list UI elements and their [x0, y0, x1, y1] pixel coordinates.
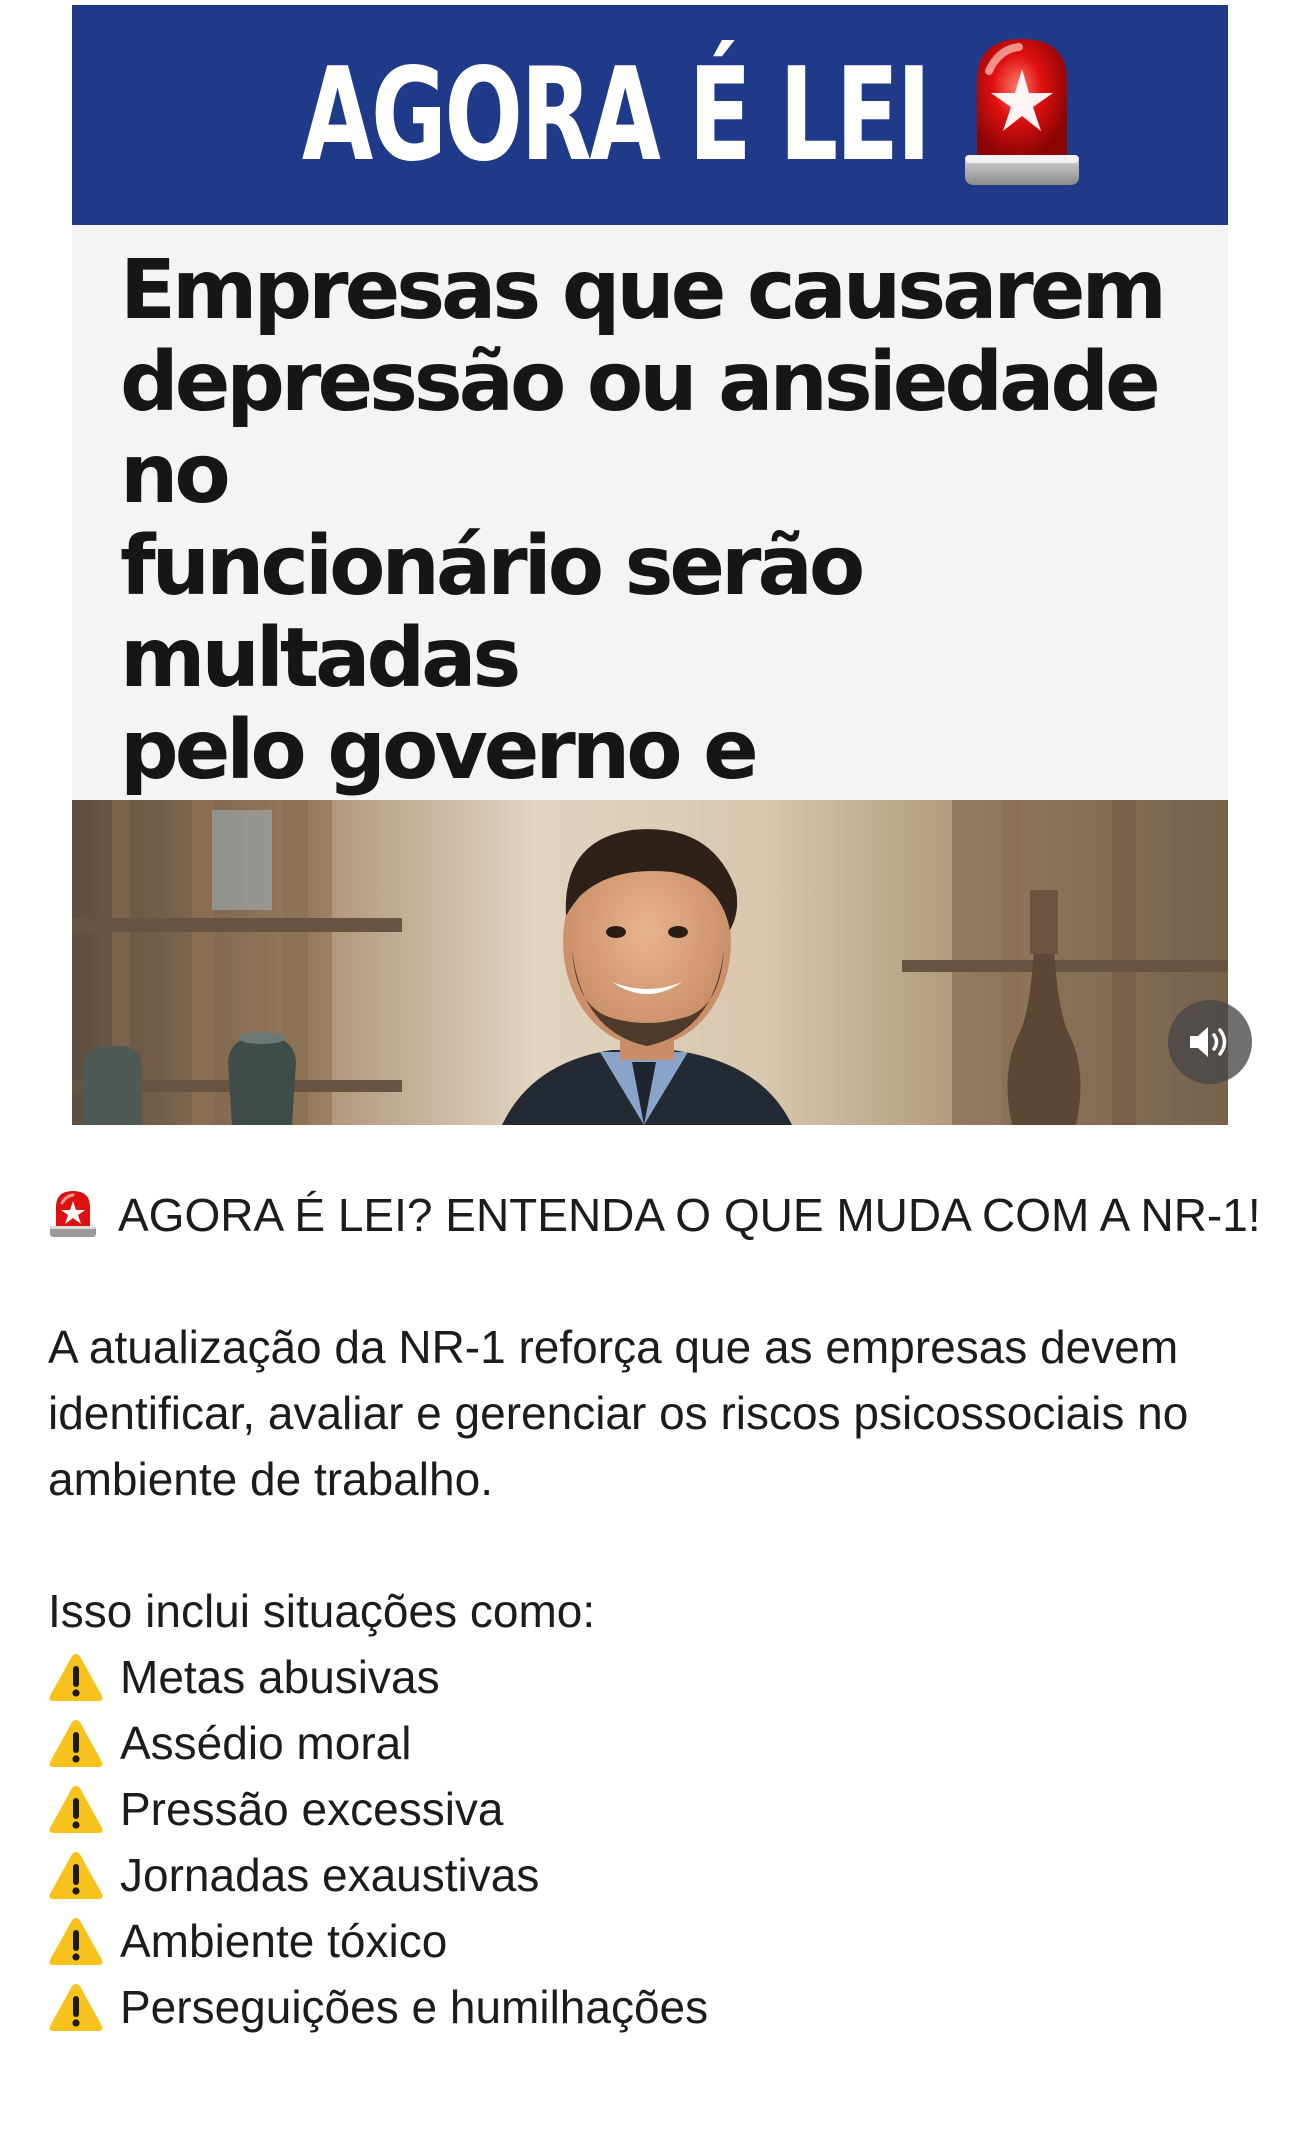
warning-emoji-icon [49, 1654, 103, 1701]
post-caption: AGORA É LEI? ENTENDA O QUE MUDA COM A NR… [48, 1182, 1268, 2040]
man-photo [72, 800, 1228, 1125]
list-item-label: Perseguições e humilhações [120, 1981, 709, 2033]
warning-emoji-icon [49, 1918, 103, 1965]
risk-list: Metas abusivas Assédio moral Pressão exc… [48, 1644, 1268, 2040]
list-item-label: Pressão excessiva [120, 1783, 504, 1835]
list-item: Metas abusivas [48, 1644, 1268, 1710]
list-item: Jornadas exaustivas [48, 1842, 1268, 1908]
warning-emoji-icon [49, 1786, 103, 1833]
caption-list-intro: Isso inclui situações como: [48, 1585, 596, 1637]
caption-paragraph: A atualização da NR-1 reforça que as emp… [48, 1321, 1189, 1505]
banner-title: AGORA É LEI [301, 40, 931, 190]
list-item: Ambiente tóxico [48, 1908, 1268, 1974]
list-item: Assédio moral [48, 1710, 1268, 1776]
caption-title: AGORA É LEI? ENTENDA O QUE MUDA COM A NR… [48, 1182, 1268, 1248]
siren-emoji-icon [50, 1191, 96, 1237]
speaker-volume-icon [1190, 1027, 1227, 1057]
warning-emoji-icon [49, 1852, 103, 1899]
siren-icon [965, 39, 1079, 185]
audio-toggle-button[interactable] [1168, 1000, 1252, 1084]
list-item-label: Assédio moral [120, 1717, 412, 1769]
list-item-label: Jornadas exaustivas [120, 1849, 540, 1901]
warning-emoji-icon [49, 1720, 103, 1767]
post-image[interactable]: AGORA É LEI Empresas que causarem depres… [72, 5, 1228, 1125]
list-item: Pressão excessiva [48, 1776, 1268, 1842]
list-item: Perseguições e humilhações [48, 1974, 1268, 2040]
caption-title-text: AGORA É LEI? ENTENDA O QUE MUDA COM A NR… [118, 1189, 1261, 1241]
list-item-label: Metas abusivas [120, 1651, 440, 1703]
list-item-label: Ambiente tóxico [120, 1915, 448, 1967]
warning-emoji-icon [49, 1984, 103, 2031]
headline-box: Empresas que causarem depressão ou ansie… [72, 233, 1228, 1125]
